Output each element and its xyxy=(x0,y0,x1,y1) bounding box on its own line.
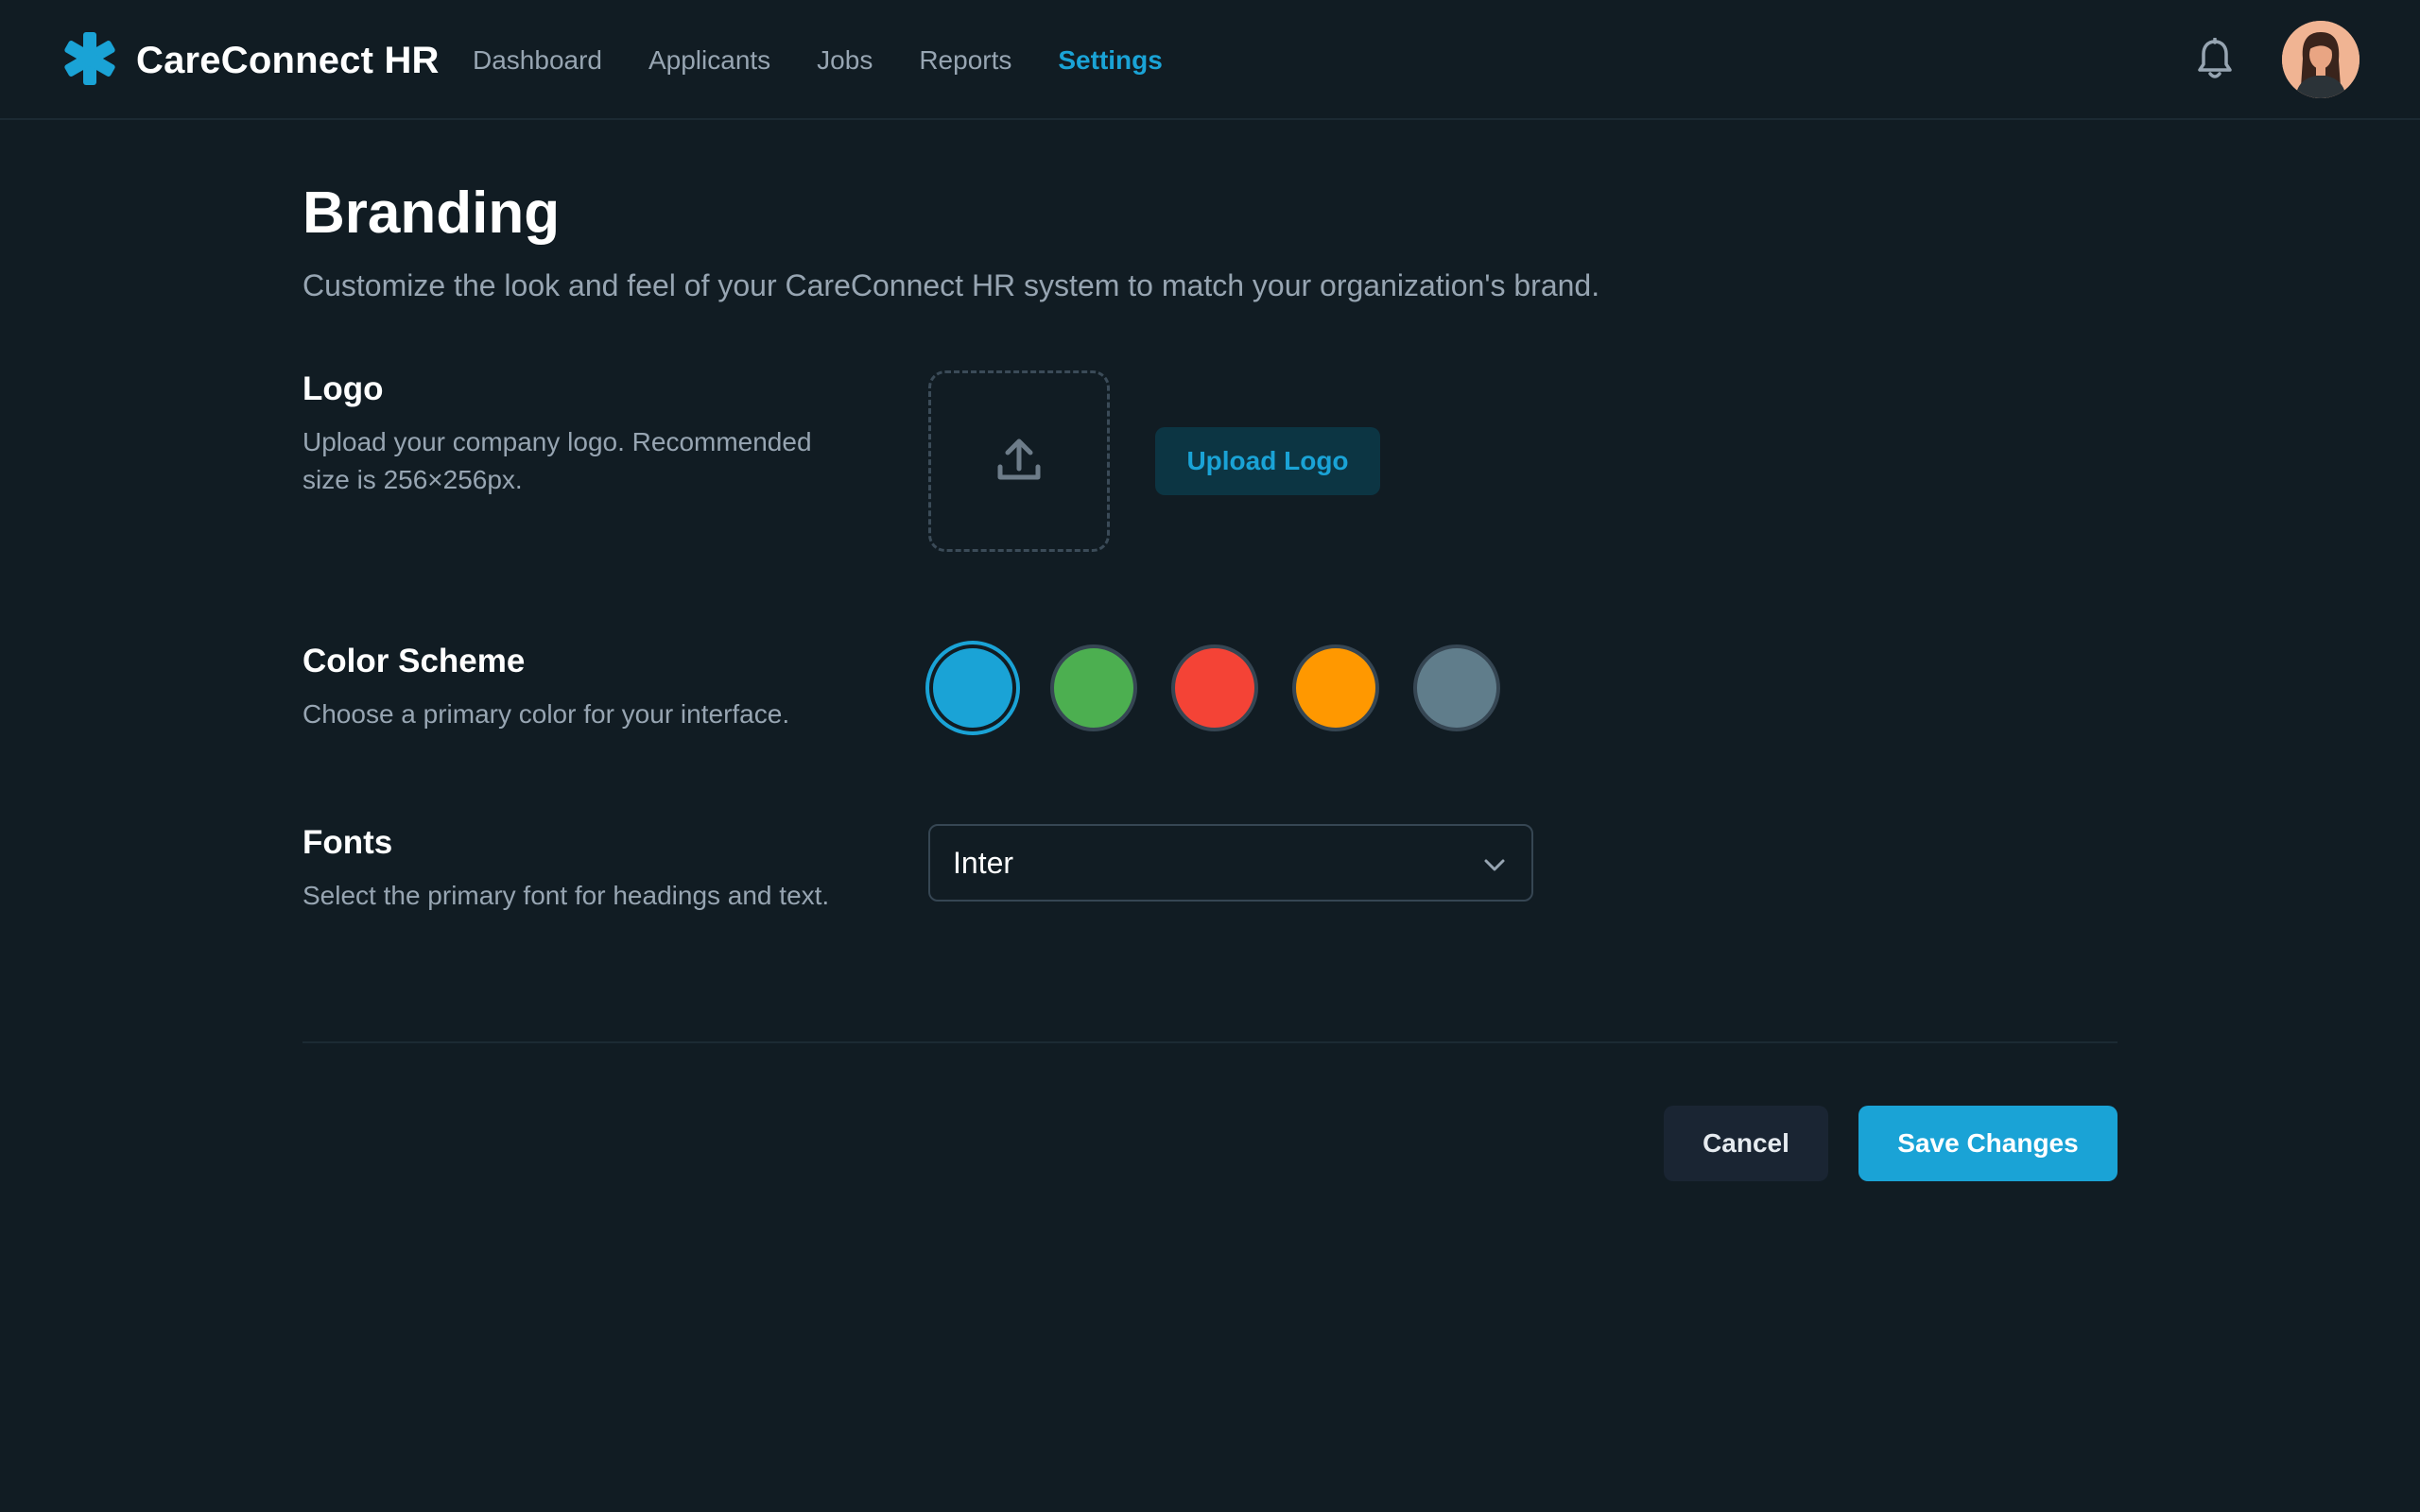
font-section-title: Fonts xyxy=(302,824,393,861)
color-swatch-blue[interactable] xyxy=(929,644,1016,731)
color-section-description: Choose a primary color for your interfac… xyxy=(302,699,790,729)
asterisk-icon xyxy=(62,31,117,91)
nav-dashboard[interactable]: Dashboard xyxy=(473,45,602,76)
font-section-description: Select the primary font for headings and… xyxy=(302,881,830,910)
nav-jobs[interactable]: Jobs xyxy=(817,45,873,76)
color-swatch-green[interactable] xyxy=(1050,644,1137,731)
font-select[interactable]: Inter xyxy=(928,824,1533,902)
user-avatar[interactable] xyxy=(2282,21,2360,98)
upload-logo-button[interactable]: Upload Logo xyxy=(1155,427,1380,495)
color-swatch-red[interactable] xyxy=(1171,644,1258,731)
section-divider xyxy=(302,1041,2118,1043)
upload-icon xyxy=(994,435,1044,489)
font-select-value: Inter xyxy=(953,845,1014,880)
save-changes-button[interactable]: Save Changes xyxy=(1858,1106,2118,1181)
brand[interactable]: CareConnect HR xyxy=(62,31,440,91)
color-swatch-orange[interactable] xyxy=(1292,644,1379,731)
page-subtitle: Customize the look and feel of your Care… xyxy=(302,268,1600,302)
logo-section-description: Upload your company logo. Recommended si… xyxy=(302,427,812,494)
logo-section-title: Logo xyxy=(302,370,384,407)
color-section-title: Color Scheme xyxy=(302,643,526,679)
color-swatch-slate[interactable] xyxy=(1413,644,1500,731)
cancel-button[interactable]: Cancel xyxy=(1664,1106,1828,1181)
logo-dropzone[interactable] xyxy=(928,370,1110,552)
nav-applicants[interactable]: Applicants xyxy=(648,45,770,76)
page-title: Branding xyxy=(302,180,561,246)
nav-settings[interactable]: Settings xyxy=(1058,45,1162,76)
bell-icon[interactable] xyxy=(2195,37,2235,81)
app-name: CareConnect HR xyxy=(136,39,440,81)
top-navbar: CareConnect HR Dashboard Applicants Jobs… xyxy=(0,0,2420,120)
main-nav: Dashboard Applicants Jobs Reports Settin… xyxy=(473,0,1209,120)
nav-reports[interactable]: Reports xyxy=(919,45,1011,76)
